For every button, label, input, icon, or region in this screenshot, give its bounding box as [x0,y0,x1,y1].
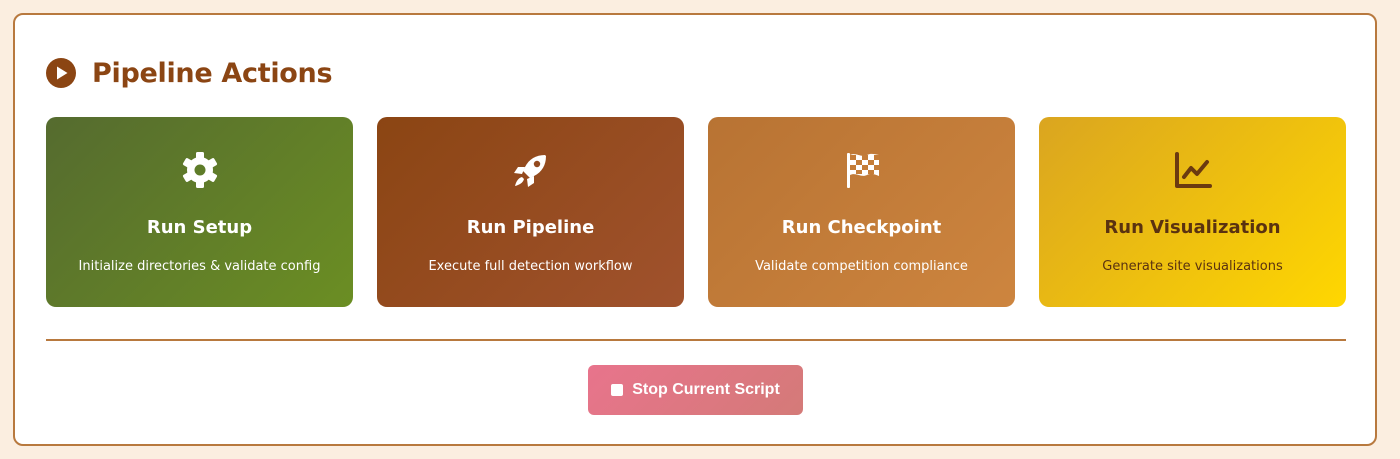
panel-header: Pipeline Actions [46,55,333,91]
panel-title: Pipeline Actions [92,57,333,89]
run-pipeline-title: Run Pipeline [466,217,595,238]
run-checkpoint-description: Validate competition compliance [755,259,968,274]
gear-icon [179,149,221,191]
run-pipeline-card[interactable]: Run Pipeline Execute full detection work… [377,117,684,307]
pipeline-actions-panel: Pipeline Actions Run Setup Initialize di… [13,13,1377,446]
stop-icon [611,384,624,396]
run-visualization-card[interactable]: Run Visualization Generate site visualiz… [1039,117,1346,307]
run-setup-title: Run Setup [146,217,253,238]
stop-button-label: Stop Current Script [632,381,780,398]
run-setup-description: Initialize directories & validate config [78,259,321,274]
stop-current-script-button[interactable]: Stop Current Script [588,365,803,415]
run-checkpoint-card[interactable]: Run Checkpoint Validate competition comp… [708,117,1015,307]
play-circle-icon [46,58,76,88]
run-pipeline-description: Execute full detection workflow [428,259,633,274]
rocket-icon [510,149,552,191]
run-setup-card[interactable]: Run Setup Initialize directories & valid… [46,117,353,307]
run-visualization-description: Generate site visualizations [1102,259,1283,274]
line-chart-icon [1172,149,1214,191]
run-checkpoint-title: Run Checkpoint [781,217,942,238]
run-visualization-title: Run Visualization [1104,217,1281,238]
checkered-flag-icon [841,149,883,191]
divider [46,339,1346,341]
